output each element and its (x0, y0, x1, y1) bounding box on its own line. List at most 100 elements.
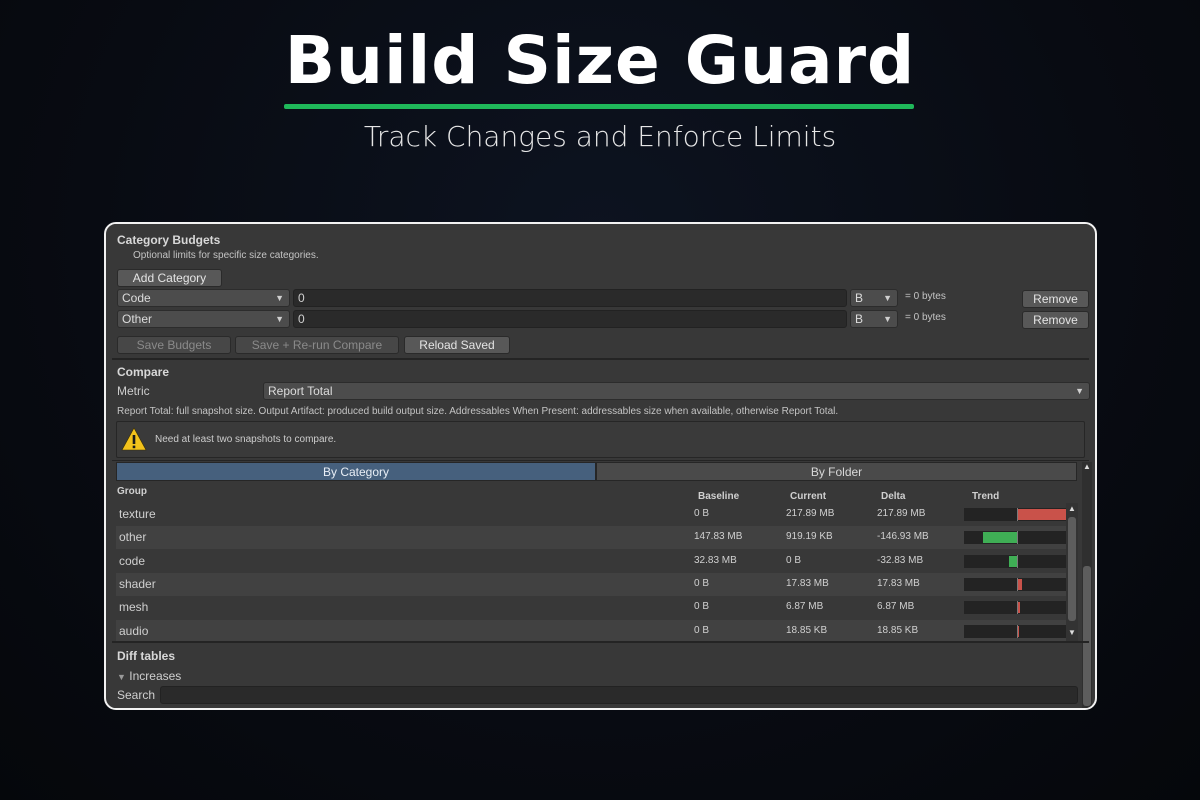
section-divider (112, 358, 1089, 360)
trend-bar (1018, 509, 1068, 520)
row-group-name: audio (119, 623, 149, 638)
editor-window: Category Budgets Optional limits for spe… (104, 222, 1097, 710)
chevron-down-icon: ▼ (275, 293, 284, 303)
trend-bar (1018, 625, 1019, 637)
trend-bar (1018, 602, 1020, 614)
inspector-panel: Category Budgets Optional limits for spe… (112, 224, 1092, 708)
table-row[interactable]: audio 0 B 18.85 KB 18.85 KB (116, 619, 1068, 643)
table-scroll-thumb[interactable] (1068, 517, 1076, 621)
outer-scrollbar[interactable]: ▲ (1082, 462, 1092, 708)
trend-bar-track (964, 577, 1068, 591)
budget-value-field-other[interactable]: 0 (293, 310, 847, 328)
compare-title: Compare (117, 365, 170, 379)
search-input[interactable] (160, 686, 1078, 704)
trend-bar-track (964, 531, 1068, 545)
tab-by-category[interactable]: By Category (116, 462, 596, 481)
search-label: Search (117, 688, 156, 702)
row-current-value: 217.89 MB (786, 508, 835, 519)
row-current-value: 0 B (786, 554, 802, 566)
category-dropdown-label: Other (122, 312, 153, 326)
budgets-description: Optional limits for specific size catego… (133, 250, 319, 261)
warning-triangle-icon (121, 427, 147, 451)
trend-bar-track (964, 508, 1068, 521)
row-baseline-value: 0 B (694, 577, 710, 589)
remove-button-code[interactable]: Remove (1022, 290, 1089, 308)
trend-bar (1009, 555, 1017, 567)
unit-dropdown-other[interactable]: B ▼ (850, 310, 898, 328)
row-baseline-value: 0 B (694, 601, 710, 613)
row-current-value: 6.87 MB (786, 601, 824, 613)
row-group-name: code (119, 553, 146, 568)
table-row[interactable]: texture 0 B 217.89 MB 217.89 MB (116, 503, 1068, 526)
bytes-equivalent: = 0 bytes (905, 291, 946, 302)
column-header-delta: Delta (881, 491, 906, 502)
outer-scroll-thumb[interactable] (1083, 566, 1091, 706)
row-baseline-value: 147.83 MB (694, 531, 743, 543)
row-delta-value: -32.83 MB (877, 554, 924, 566)
increases-foldout[interactable]: ▼ Increases (117, 669, 181, 683)
row-baseline-value: 32.83 MB (694, 554, 737, 566)
trend-zero-line (1017, 531, 1018, 545)
reload-saved-button[interactable]: Reload Saved (404, 336, 510, 354)
warning-message: Need at least two snapshots to compare. (155, 434, 337, 445)
hero-underline (284, 104, 914, 109)
unit-dropdown-code[interactable]: B ▼ (850, 289, 898, 307)
trend-bar (1018, 578, 1023, 590)
section-divider (112, 641, 1089, 643)
diff-tables-title: Diff tables (117, 649, 176, 663)
bytes-equivalent: = 0 bytes (905, 312, 946, 323)
row-delta-value: 18.85 KB (877, 624, 919, 636)
category-dropdown-other[interactable]: Other ▼ (117, 310, 290, 328)
row-delta-value: 217.89 MB (877, 508, 926, 519)
trend-zero-line (1017, 554, 1018, 568)
scroll-down-icon[interactable]: ▼ (1068, 628, 1076, 637)
hero-title: Build Size Guard (284, 22, 916, 99)
chevron-down-icon: ▼ (275, 314, 284, 324)
row-current-value: 18.85 KB (786, 624, 828, 636)
increases-label: Increases (129, 669, 182, 683)
foldout-arrow-icon: ▼ (117, 672, 126, 682)
chevron-down-icon: ▼ (1075, 386, 1084, 396)
budget-value-field-code[interactable]: 0 (293, 289, 847, 307)
metric-help-text: Report Total: full snapshot size. Output… (117, 406, 839, 417)
hero-subtitle: Track Changes and Enforce Limits (363, 120, 837, 153)
row-delta-value: 17.83 MB (877, 577, 920, 589)
metric-dropdown-label: Report Total (268, 384, 333, 398)
metric-label: Metric (117, 384, 150, 398)
save-rerun-compare-button[interactable]: Save + Re-run Compare (235, 336, 399, 354)
chevron-down-icon: ▼ (883, 314, 892, 324)
unit-dropdown-label: B (855, 312, 864, 326)
category-dropdown-label: Code (122, 291, 151, 305)
metric-dropdown[interactable]: Report Total ▼ (263, 382, 1090, 400)
row-delta-value: 6.87 MB (877, 601, 915, 613)
category-dropdown-code[interactable]: Code ▼ (117, 289, 290, 307)
row-group-name: shader (119, 576, 156, 591)
row-group-name: texture (119, 507, 156, 521)
save-budgets-button[interactable]: Save Budgets (117, 336, 231, 354)
warning-helpbox: Need at least two snapshots to compare. (116, 421, 1085, 458)
row-group-name: other (119, 530, 147, 545)
row-baseline-value: 0 B (694, 624, 710, 636)
column-header-baseline: Baseline (698, 491, 740, 502)
trend-bar-track (964, 624, 1068, 638)
scroll-up-icon[interactable]: ▲ (1068, 504, 1076, 513)
table-row[interactable]: shader 0 B 17.83 MB 17.83 MB (116, 572, 1068, 596)
column-header-group: Group (117, 486, 147, 497)
remove-button-other[interactable]: Remove (1022, 311, 1089, 329)
row-current-value: 17.83 MB (786, 577, 829, 589)
row-group-name: mesh (119, 600, 149, 615)
row-current-value: 919.19 KB (786, 531, 833, 543)
table-scrollbar[interactable]: ▲ ▼ (1066, 503, 1078, 641)
trend-bar-track (964, 554, 1068, 568)
scroll-up-icon[interactable]: ▲ (1083, 462, 1091, 471)
trend-bar-track (964, 601, 1068, 615)
tab-by-folder[interactable]: By Folder (596, 462, 1077, 481)
table-row[interactable]: mesh 0 B 6.87 MB 6.87 MB (116, 596, 1068, 619)
table-row[interactable]: code 32.83 MB 0 B -32.83 MB (116, 550, 1068, 573)
add-category-button[interactable]: Add Category (117, 269, 222, 287)
column-header-current: Current (790, 491, 827, 502)
column-header-trend: Trend (972, 491, 1000, 502)
unit-dropdown-label: B (855, 291, 864, 305)
budgets-title: Category Budgets (117, 233, 221, 247)
table-row[interactable]: other 147.83 MB 919.19 KB -146.93 MB (116, 526, 1068, 550)
